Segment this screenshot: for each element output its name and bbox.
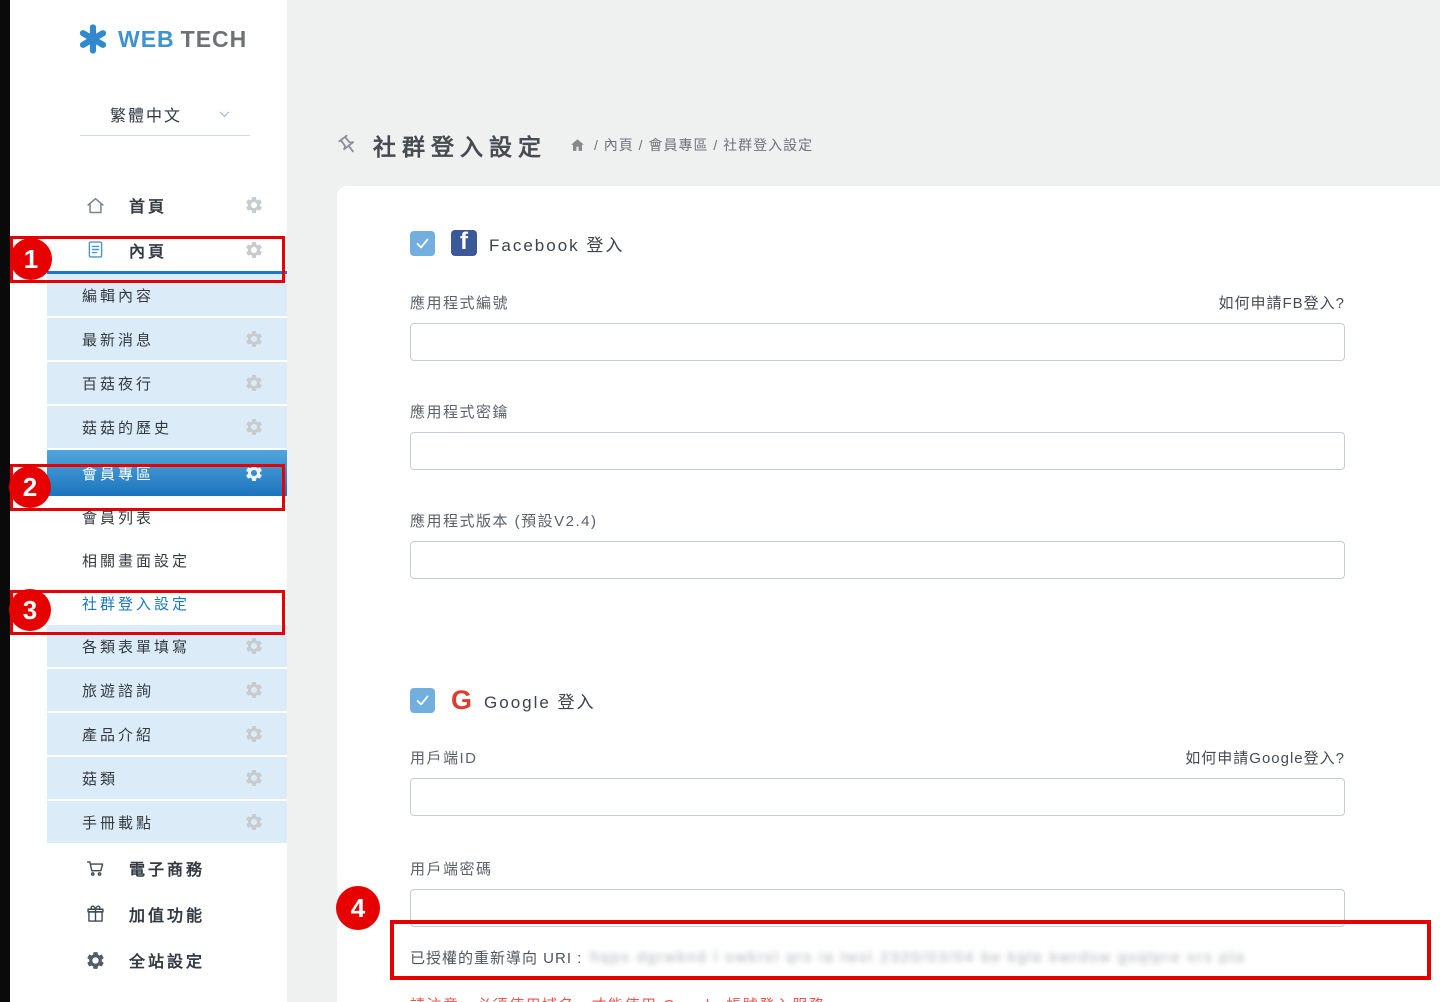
sidebar-item-ecommerce[interactable]: 電子商務 — [47, 845, 287, 891]
google-domain-note: 請注意，必須使用域名，才能使用 Google 帳號登入服務 — [410, 994, 1345, 1002]
left-edge-strip — [0, 0, 10, 1002]
sidebar: WEBTECH 繁體中文 首頁 內頁 編輯內容 最新消息 — [10, 0, 287, 1002]
facebook-section-title: Facebook 登入 — [489, 231, 624, 256]
sidebar-item-mushroom-history[interactable]: 菇菇的歷史 — [47, 406, 287, 450]
sidebar-item-news[interactable]: 最新消息 — [47, 318, 287, 362]
gear-icon[interactable] — [244, 329, 264, 349]
sidebar-item-edit-content[interactable]: 編輯內容 — [47, 274, 287, 318]
sidebar-item-forms[interactable]: 各類表單填寫 — [47, 625, 287, 669]
breadcrumb: / 內頁 / 會員專區 / 社群登入設定 — [569, 135, 813, 155]
google-section-title: Google 登入 — [484, 688, 596, 713]
sidebar-item-related-screen-settings[interactable]: 相關畫面設定 — [47, 539, 287, 582]
facebook-app-id-row: 應用程式編號 如何申請FB登入? — [410, 292, 1345, 313]
facebook-app-id-input[interactable] — [410, 323, 1345, 361]
gift-icon — [85, 903, 107, 925]
sidebar-item-member-list[interactable]: 會員列表 — [47, 496, 287, 539]
gear-icon[interactable] — [244, 724, 264, 744]
gear-icon[interactable] — [244, 240, 264, 260]
authorized-redirect-uri-row: 已授權的重新導向 URI : hqps dgrwknd l owkrsl qrs… — [410, 947, 1345, 968]
facebook-icon: f — [451, 230, 477, 256]
sidebar-item-addons[interactable]: 加值功能 — [47, 891, 287, 937]
language-value: 繁體中文 — [110, 102, 182, 126]
logo: WEBTECH — [10, 0, 287, 54]
google-client-secret-row: 用戶端密碼 — [410, 858, 1345, 879]
document-icon — [85, 239, 107, 261]
logo-text: WEBTECH — [118, 26, 247, 53]
asterisk-logo-icon — [78, 24, 108, 54]
sidebar-item-mushroom-night[interactable]: 百菇夜行 — [47, 362, 287, 406]
gear-icon[interactable] — [244, 680, 264, 700]
sidebar-item-travel-consult[interactable]: 旅遊諮詢 — [47, 669, 287, 713]
gear-icon[interactable] — [244, 768, 264, 788]
gear-icon — [85, 949, 107, 971]
redirect-uri-blurred-value: hqps dgrwknd l owkrsl qrs ia lwsl 2320/0… — [590, 949, 1345, 966]
breadcrumb-path: / 內頁 / 會員專區 / 社群登入設定 — [594, 135, 813, 155]
chevron-down-icon — [217, 107, 232, 122]
gear-icon[interactable] — [244, 373, 264, 393]
google-section-header: G Google 登入 — [410, 687, 1345, 713]
gear-icon[interactable] — [244, 195, 264, 215]
gear-icon[interactable] — [244, 812, 264, 832]
cart-icon — [85, 857, 107, 879]
google-icon: G — [451, 687, 472, 713]
home-icon — [85, 194, 107, 216]
sidebar-item-home[interactable]: 首頁 — [47, 182, 287, 228]
gear-icon[interactable] — [244, 636, 264, 656]
field-label: 應用程式密鑰 — [410, 401, 509, 422]
facebook-app-secret-row: 應用程式密鑰 — [410, 401, 1345, 422]
sidebar-item-inner-pages[interactable]: 內頁 — [47, 228, 287, 274]
redirect-uri-label: 已授權的重新導向 URI : — [410, 947, 582, 968]
home-icon[interactable] — [569, 137, 586, 154]
facebook-help-link[interactable]: 如何申請FB登入? — [1218, 292, 1345, 313]
google-client-id-row: 用戶端ID 如何申請Google登入? — [410, 747, 1345, 768]
sidebar-item-manual-downloads[interactable]: 手冊載點 — [47, 801, 287, 845]
facebook-app-version-row: 應用程式版本 (預設V2.4) — [410, 510, 1345, 531]
gear-icon[interactable] — [244, 417, 264, 437]
sidebar-item-mushroom-types[interactable]: 菇類 — [47, 757, 287, 801]
field-label: 用戶端ID — [410, 747, 478, 768]
facebook-app-version-input[interactable] — [410, 541, 1345, 579]
facebook-section-header: f Facebook 登入 — [410, 230, 1345, 256]
field-label: 應用程式編號 — [410, 292, 509, 313]
language-selector[interactable]: 繁體中文 — [80, 102, 250, 136]
facebook-enabled-checkbox[interactable] — [410, 231, 435, 256]
admin-page: WEBTECH 繁體中文 首頁 內頁 編輯內容 最新消息 — [0, 0, 1440, 1002]
sidebar-item-social-login-settings[interactable]: 社群登入設定 — [47, 582, 287, 625]
main-content: 社群登入設定 / 內頁 / 會員專區 / 社群登入設定 f Facebook 登… — [287, 0, 1440, 1002]
gear-icon[interactable] — [244, 463, 264, 483]
sidebar-item-products[interactable]: 產品介紹 — [47, 713, 287, 757]
page-title: 社群登入設定 — [373, 128, 547, 162]
sidebar-item-member-area[interactable]: 會員專區 — [47, 450, 287, 496]
google-enabled-checkbox[interactable] — [410, 688, 435, 713]
google-client-id-input[interactable] — [410, 778, 1345, 816]
page-header: 社群登入設定 / 內頁 / 會員專區 / 社群登入設定 — [337, 128, 813, 162]
sidebar-nav: 首頁 內頁 編輯內容 最新消息 百菇夜行 菇菇的歷史 — [47, 182, 287, 983]
check-icon — [414, 692, 431, 709]
field-label: 用戶端密碼 — [410, 858, 493, 879]
google-help-link[interactable]: 如何申請Google登入? — [1185, 747, 1345, 768]
settings-card: f Facebook 登入 應用程式編號 如何申請FB登入? 應用程式密鑰 應用… — [337, 186, 1440, 1002]
google-client-secret-input[interactable] — [410, 889, 1345, 927]
check-icon — [414, 235, 431, 252]
facebook-app-secret-input[interactable] — [410, 432, 1345, 470]
field-label: 應用程式版本 (預設V2.4) — [410, 510, 598, 531]
sidebar-item-site-settings[interactable]: 全站設定 — [47, 937, 287, 983]
pushpin-icon — [333, 130, 364, 161]
